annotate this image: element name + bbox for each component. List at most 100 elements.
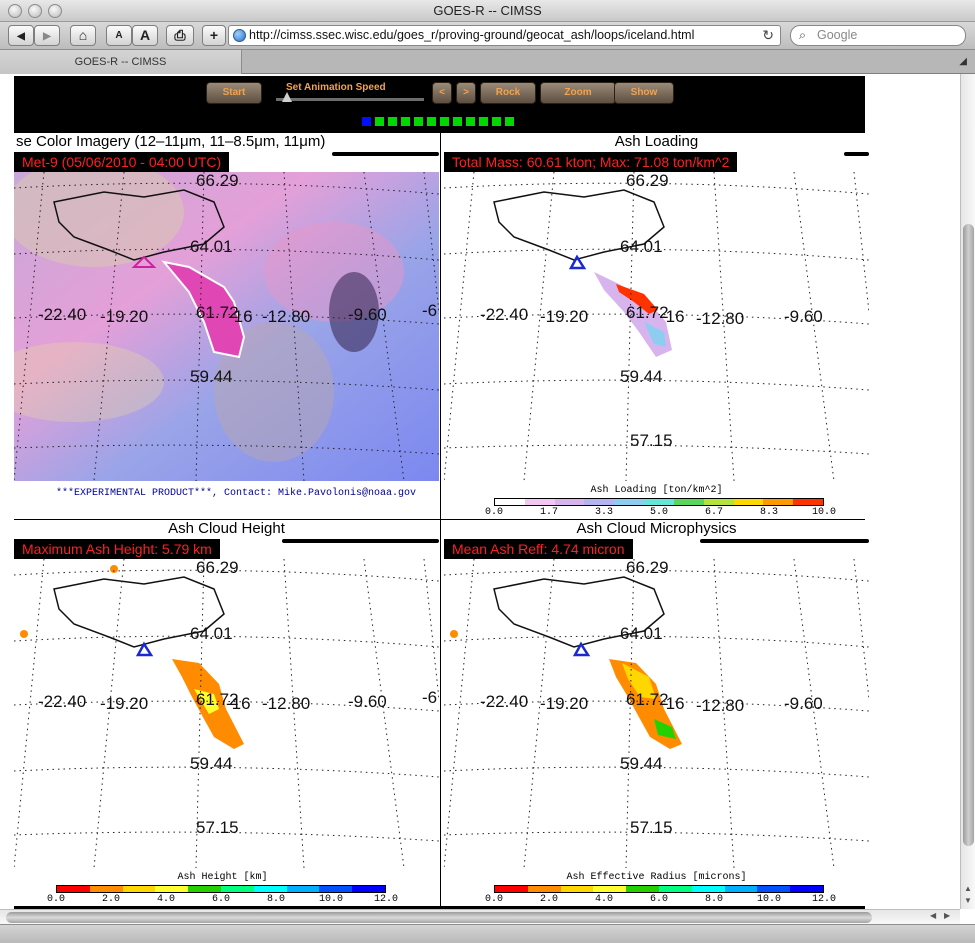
panel-banner: Mean Ash Reff: 4.74 micron: [444, 539, 633, 559]
colorbar-segment: [319, 886, 353, 892]
minimize-window-button[interactable]: [28, 4, 42, 18]
vertical-scrollbar[interactable]: ▲ ▼: [960, 74, 975, 909]
panel-banner: Total Mass: 60.61 kton; Max: 71.08 ton/k…: [444, 152, 738, 172]
forward-button[interactable]: ▶: [34, 25, 60, 46]
show-button[interactable]: Show: [614, 82, 674, 104]
start-button[interactable]: Start: [206, 82, 262, 104]
add-bookmark-button[interactable]: +: [202, 25, 226, 46]
plus-icon: +: [209, 27, 219, 43]
colorbar-segment: [724, 886, 758, 892]
frame-square[interactable]: [505, 117, 514, 126]
window-titlebar: GOES-R -- CIMSS: [0, 0, 975, 22]
colorbar-segment: [524, 499, 555, 505]
browser-toolbar: ◀ ▶ ⌂ A A ⎙ + http://cimss.ssec.wisc.edu…: [0, 22, 975, 50]
lon-label: -16: [660, 694, 685, 713]
frame-square[interactable]: [479, 117, 488, 126]
colorbar-segment: [352, 886, 385, 892]
colorbar-segment: [560, 886, 594, 892]
colorbar-tick-label: 3.3: [594, 507, 614, 518]
search-field[interactable]: ⌕ Google: [790, 25, 966, 46]
lon-label: -19.20: [540, 307, 588, 326]
colorbar-tick-label: 6.0: [211, 894, 231, 905]
frame-square[interactable]: [362, 117, 371, 126]
colorbar-segment: [793, 499, 823, 505]
lon-label: -6: [422, 301, 437, 320]
close-window-button[interactable]: [8, 4, 22, 18]
lon-label: -22.40: [38, 692, 86, 711]
tab-goes-r[interactable]: GOES-R -- CIMSS: [0, 50, 242, 74]
colorbar-tick-label: 8.0: [266, 894, 286, 905]
print-button[interactable]: ⎙: [166, 25, 194, 46]
prev-frame-button[interactable]: <: [432, 82, 452, 104]
speed-slider-handle[interactable]: [282, 92, 292, 102]
lon-label: -12.80: [696, 309, 744, 328]
scroll-left-icon[interactable]: ◀: [930, 911, 936, 920]
grid-line: [93, 559, 125, 868]
scroll-up-icon[interactable]: ▲: [964, 884, 972, 893]
panel-divider-horizontal: [14, 519, 865, 520]
colorbar-tick-label: 5.0: [649, 507, 669, 518]
banner-underline: [332, 152, 439, 156]
globe-icon: [233, 29, 246, 42]
grid-line: [523, 172, 555, 481]
colorbar-segment: [626, 886, 659, 892]
panel-banner: Maximum Ash Height: 5.79 km: [14, 539, 220, 559]
colorbar-tick-label: 0.0: [46, 894, 66, 905]
panel-ash-height: Ash Cloud Height Maximum Ash Height: 5.7…: [14, 520, 439, 907]
zoom-button[interactable]: Zoom: [540, 82, 616, 104]
frame-square[interactable]: [388, 117, 397, 126]
colorbar-tick-label: 4.0: [594, 894, 614, 905]
colorbar-tick-label: 0.0: [484, 894, 504, 905]
lon-label: -9.60: [784, 307, 823, 326]
frame-square[interactable]: [401, 117, 410, 126]
colorbar-segment: [122, 886, 156, 892]
lon-label: -12.80: [696, 696, 744, 715]
colorbar-tick-label: 8.3: [759, 507, 779, 518]
frame-square[interactable]: [427, 117, 436, 126]
animation-controls: Start Set Animation Speed < > Rock Zoom …: [14, 76, 865, 133]
colorbar-segment: [527, 886, 561, 892]
frame-square[interactable]: [440, 117, 449, 126]
grid-line: [363, 559, 405, 868]
colorbar-tick-label: 1.7: [539, 507, 559, 518]
scroll-down-icon[interactable]: ▼: [964, 896, 972, 905]
frame-square[interactable]: [466, 117, 475, 126]
tab-overflow-icon[interactable]: ◢: [959, 56, 967, 67]
panel-title: Ash Cloud Microphysics: [576, 520, 737, 537]
frame-square[interactable]: [375, 117, 384, 126]
colorbar-tick-label: 10.0: [318, 894, 344, 905]
speed-slider[interactable]: [276, 98, 424, 101]
colorbar-title: Ash Loading [ton/km^2]: [590, 485, 723, 496]
reload-icon[interactable]: ↻: [762, 26, 774, 45]
ash-reff-colorbar: [494, 885, 824, 893]
lon-label: -22.40: [38, 305, 86, 324]
horizontal-scroll-thumb[interactable]: [6, 912, 872, 923]
back-button[interactable]: ◀: [8, 25, 34, 46]
lat-label: 64.01: [620, 237, 663, 256]
horizontal-scrollbar[interactable]: ◀ ▶: [0, 909, 960, 924]
lat-label: 59.44: [620, 754, 663, 773]
colorbar-segment: [188, 886, 221, 892]
scroll-right-icon[interactable]: ▶: [944, 911, 950, 920]
text-bigger-button[interactable]: A: [132, 25, 158, 46]
next-frame-button[interactable]: >: [456, 82, 476, 104]
text-smaller-button[interactable]: A: [106, 25, 132, 46]
frame-square[interactable]: [453, 117, 462, 126]
address-bar[interactable]: http://cimss.ssec.wisc.edu/goes_r/provin…: [228, 25, 781, 46]
frame-square[interactable]: [414, 117, 423, 126]
lat-label: 57.15: [196, 818, 239, 837]
volcano-marker: [568, 254, 587, 270]
grid-line: [793, 172, 835, 481]
home-button[interactable]: ⌂: [70, 25, 96, 46]
zoom-window-button[interactable]: [48, 4, 62, 18]
frame-square[interactable]: [492, 117, 501, 126]
vertical-scroll-thumb[interactable]: [963, 224, 974, 846]
colorbar-segment: [703, 499, 734, 505]
lon-label: -6: [422, 688, 437, 707]
lon-label: -12.80: [262, 694, 310, 713]
colorbar-segment: [658, 886, 692, 892]
rock-button[interactable]: Rock: [480, 82, 536, 104]
text-bigger-icon: A: [139, 27, 151, 43]
colorbar-tick-label: 10.0: [811, 507, 837, 518]
colorbar-tick-label: 4.0: [156, 894, 176, 905]
